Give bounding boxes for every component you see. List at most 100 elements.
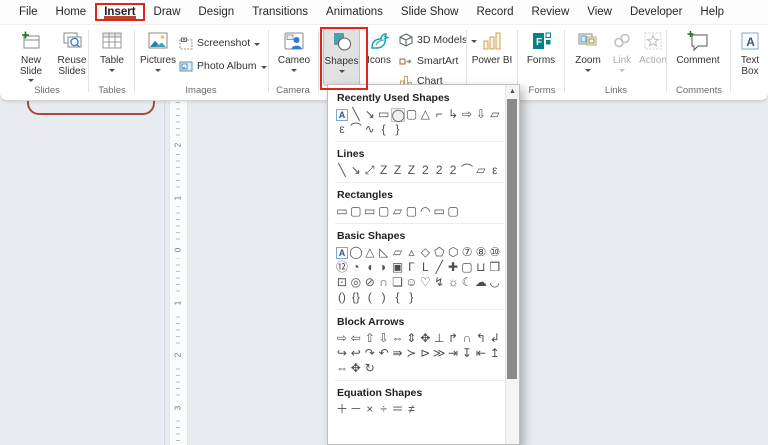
shape-item[interactable]: ∩ — [460, 331, 474, 346]
shape-item[interactable]: () — [335, 290, 349, 305]
new-slide-button[interactable]: New Slide — [12, 28, 50, 86]
icons-button[interactable]: Icons — [363, 28, 395, 86]
shape-item[interactable]: ↰ — [474, 331, 488, 346]
shape-item[interactable]: ↯ — [432, 275, 446, 290]
shape-item[interactable]: ⌐ — [432, 107, 446, 122]
text-box-button[interactable]: A Text Box — [734, 28, 766, 86]
shape-item[interactable]: ▢ — [460, 260, 474, 275]
pictures-button[interactable]: Pictures — [138, 28, 178, 86]
menu-item-draw[interactable]: Draw — [145, 3, 190, 21]
shape-item[interactable]: ≫ — [432, 346, 446, 361]
shape-item[interactable]: ❒ — [488, 260, 502, 275]
scrollbar-thumb[interactable] — [507, 99, 517, 379]
zoom-button[interactable]: Zoom — [570, 28, 606, 86]
shape-item[interactable]: ) — [377, 290, 391, 305]
shape-item[interactable]: ⇩ — [377, 331, 391, 346]
menu-item-help[interactable]: Help — [691, 3, 733, 21]
comment-button[interactable]: Comment — [670, 28, 726, 86]
shape-item[interactable]: ⇨ — [460, 107, 474, 122]
shape-item[interactable]: ◗ — [377, 260, 391, 275]
shape-item[interactable]: ╱ — [432, 260, 446, 275]
shape-item[interactable]: {} — [349, 290, 363, 305]
shape-item[interactable]: ⊡ — [335, 275, 349, 290]
shape-item[interactable]: ⇧ — [363, 331, 377, 346]
shape-item[interactable]: } — [391, 122, 405, 137]
shape-item[interactable]: ◖ — [363, 260, 377, 275]
shape-item[interactable]: ⇔ — [391, 331, 405, 346]
shape-item[interactable]: ⇤ — [474, 346, 488, 361]
shape-item[interactable]: ☾ — [460, 275, 474, 290]
shape-item[interactable]: ☼ — [446, 275, 460, 290]
shape-item[interactable]: ▱ — [391, 204, 405, 219]
shape-item[interactable]: ▢ — [404, 204, 418, 219]
shape-item[interactable]: ⌒ — [460, 163, 474, 178]
shape-item[interactable]: ε — [335, 122, 349, 137]
shape-item[interactable]: ▱ — [391, 245, 405, 260]
shape-item[interactable]: ⇥ — [446, 346, 460, 361]
shape-item[interactable]: ≻ — [404, 346, 418, 361]
shape-item[interactable]: ▭ — [363, 204, 377, 219]
shape-item[interactable]: ⇔ — [335, 361, 349, 376]
shape-item[interactable]: 2 — [418, 163, 432, 178]
dropdown-scrollbar[interactable]: ▲ — [505, 85, 519, 444]
menu-item-insert[interactable]: Insert — [95, 3, 145, 21]
menu-item-slide-show[interactable]: Slide Show — [392, 3, 468, 21]
shape-item[interactable]: ⑧ — [474, 245, 488, 260]
menu-item-transitions[interactable]: Transitions — [243, 3, 317, 21]
shape-item[interactable]: ↱ — [446, 331, 460, 346]
shape-item[interactable]: ▭ — [432, 204, 446, 219]
reuse-slides-button[interactable]: Reuse Slides — [52, 28, 92, 86]
shape-item[interactable]: ◺ — [377, 245, 391, 260]
shape-item[interactable]: A — [336, 108, 348, 121]
power-bi-button[interactable]: Power BI — [471, 28, 513, 86]
shape-item[interactable]: ◔ — [349, 260, 363, 275]
shape-item[interactable]: ⑫ — [335, 260, 349, 275]
shape-item[interactable]: ⇛ — [391, 346, 405, 361]
shape-item[interactable]: ⇨ — [335, 331, 349, 346]
shape-item[interactable]: L — [418, 260, 432, 275]
shape-item[interactable]: ▣ — [391, 260, 405, 275]
shape-item[interactable]: ☁ — [474, 275, 488, 290]
shape-item[interactable]: 2 — [432, 163, 446, 178]
shape-item[interactable]: ＝ — [391, 402, 405, 417]
shape-item[interactable]: ▢ — [405, 107, 419, 122]
shape-item[interactable]: ◇ — [418, 245, 432, 260]
shape-item[interactable]: ⑦ — [460, 245, 474, 260]
shape-item[interactable]: Z — [404, 163, 418, 178]
shape-item[interactable]: ▢ — [446, 204, 460, 219]
scroll-up-icon[interactable]: ▲ — [506, 85, 519, 98]
shape-item[interactable]: ⬡ — [446, 245, 460, 260]
shape-item[interactable]: ▱ — [474, 163, 488, 178]
smartart-button[interactable]: SmartArt — [396, 51, 461, 71]
shape-item[interactable]: ↥ — [488, 346, 502, 361]
shape-item[interactable]: ❏ — [391, 275, 405, 290]
shape-item[interactable]: ◠ — [418, 204, 432, 219]
shape-item[interactable]: ↩ — [349, 346, 363, 361]
shape-item[interactable]: ◯ — [349, 245, 363, 260]
shape-item[interactable]: ⇕ — [404, 331, 418, 346]
shape-item[interactable]: ⊘ — [363, 275, 377, 290]
shape-item[interactable]: ↪ — [335, 346, 349, 361]
3d-models-button[interactable]: 3D Models — [396, 30, 480, 50]
shape-item[interactable]: ✚ — [446, 260, 460, 275]
shape-item[interactable]: ▭ — [377, 107, 391, 122]
shape-item[interactable]: ✥ — [349, 361, 363, 376]
shape-item[interactable]: ◎ — [349, 275, 363, 290]
shape-item[interactable]: ↶ — [377, 346, 391, 361]
shape-item[interactable]: ◡ — [488, 275, 502, 290]
shape-item[interactable]: ↷ — [363, 346, 377, 361]
shape-item[interactable]: ↲ — [488, 331, 502, 346]
shape-item[interactable]: { — [391, 290, 405, 305]
shape-item[interactable]: ⬠ — [432, 245, 446, 260]
shape-item[interactable]: ↘ — [363, 107, 377, 122]
shape-item[interactable]: A — [336, 246, 348, 259]
shape-item[interactable]: ↘ — [349, 163, 363, 178]
shape-item[interactable]: ╲ — [335, 163, 349, 178]
shape-item[interactable]: ε — [488, 163, 502, 178]
cameo-button[interactable]: Cameo — [273, 28, 315, 86]
shape-item[interactable]: ( — [363, 290, 377, 305]
shape-item[interactable]: ⊔ — [474, 260, 488, 275]
table-button[interactable]: Table — [92, 28, 132, 86]
shape-item[interactable]: Z — [377, 163, 391, 178]
shape-item[interactable]: ▢ — [349, 204, 363, 219]
